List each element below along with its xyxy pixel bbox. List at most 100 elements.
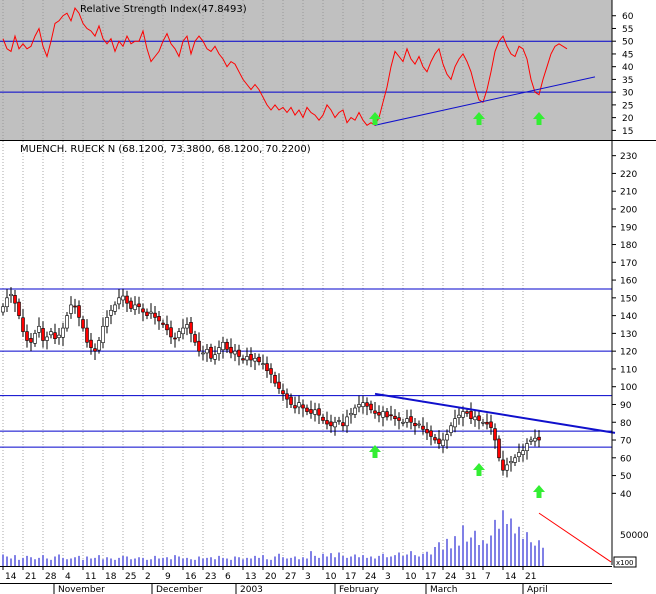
price-tick-label: 80 xyxy=(620,419,632,429)
candle-up xyxy=(121,295,125,301)
rsi-tick-label: 25 xyxy=(622,101,633,111)
candle-down xyxy=(257,356,261,363)
candle-down xyxy=(537,436,541,441)
candle-down xyxy=(129,300,133,309)
date-label: 20 xyxy=(265,572,277,582)
price-tick-label: 230 xyxy=(620,152,637,162)
candle-down xyxy=(161,322,165,325)
candle-up xyxy=(349,413,353,416)
candle-down xyxy=(273,375,277,384)
candle-down xyxy=(321,416,325,421)
candle-down xyxy=(389,414,393,417)
candle-down xyxy=(89,339,93,348)
candle-up xyxy=(61,327,65,338)
candle-up xyxy=(205,349,209,354)
stock-chart: Relative Strength Index(47.8493) 15 20 25 3… xyxy=(0,0,656,594)
candle-up xyxy=(69,304,73,314)
candle-down xyxy=(317,408,321,416)
date-label: 21 xyxy=(525,572,536,582)
date-label: 24 xyxy=(365,572,377,582)
candle-up xyxy=(97,340,101,351)
rsi-tick-label: 55 xyxy=(622,25,633,35)
price-title: MUENCH. RUECK N (68.1200, 73.3800, 68.12… xyxy=(20,144,311,155)
price-tick-label: 60 xyxy=(620,454,632,464)
candle-down xyxy=(21,317,25,332)
candle-down xyxy=(93,348,97,352)
candle-down xyxy=(413,423,417,427)
candle-down xyxy=(229,346,233,354)
price-tick-label: 200 xyxy=(620,205,637,215)
candle-down xyxy=(17,301,21,316)
candle-up xyxy=(1,306,5,313)
candle-up xyxy=(505,464,509,471)
price-panel: MUENCH. RUECK N (68.1200, 73.3800, 68.12… xyxy=(0,141,649,568)
candle-down xyxy=(25,331,29,341)
candle-down xyxy=(237,349,241,357)
candle-up xyxy=(401,421,405,424)
candle-up xyxy=(181,327,185,335)
candle-up xyxy=(509,461,513,464)
candle-down xyxy=(409,416,413,423)
candle-up xyxy=(213,354,217,360)
candle-up xyxy=(149,311,153,314)
candle-down xyxy=(485,421,489,425)
candle-down xyxy=(225,341,229,350)
candle-up xyxy=(517,452,521,458)
candle-down xyxy=(73,305,77,308)
candle-down xyxy=(53,332,57,340)
candle-down xyxy=(81,319,85,329)
candle-down xyxy=(173,337,177,340)
candle-down xyxy=(85,327,89,343)
candle-down xyxy=(421,425,425,430)
candle-up xyxy=(109,309,113,316)
candle-down xyxy=(193,334,197,343)
candle-up xyxy=(513,457,517,463)
candle-up xyxy=(5,297,9,308)
date-label: 16 xyxy=(185,572,197,582)
date-label: 18 xyxy=(105,572,117,582)
date-label: 6 xyxy=(225,572,231,582)
candle-down xyxy=(285,393,289,400)
candle-down xyxy=(153,312,157,318)
candle-up xyxy=(333,421,337,428)
candle-up xyxy=(337,420,341,422)
candle-up xyxy=(461,411,465,418)
candle-down xyxy=(189,322,193,334)
rsi-tick-label: 20 xyxy=(622,114,634,124)
candle-up xyxy=(457,414,461,418)
candle-down xyxy=(249,354,253,361)
candle-down xyxy=(29,338,33,343)
candle-down xyxy=(501,459,505,471)
rsi-title: Relative Strength Index(47.8493) xyxy=(80,4,247,15)
date-label: 7 xyxy=(485,572,491,582)
candle-down xyxy=(329,421,333,427)
candle-down xyxy=(141,308,145,313)
candle-up xyxy=(361,402,365,407)
candle-up xyxy=(449,425,453,433)
date-label: 24 xyxy=(445,572,457,582)
candle-up xyxy=(525,443,529,451)
candle-down xyxy=(341,422,345,427)
candle-up xyxy=(533,437,537,442)
volume-trendline xyxy=(538,512,612,563)
candle-up xyxy=(253,357,257,362)
candle-down xyxy=(497,438,501,459)
candle-up xyxy=(9,293,13,297)
price-tick-label: 160 xyxy=(620,277,637,287)
candle-up xyxy=(261,363,265,365)
date-label: 13 xyxy=(245,572,256,582)
candle-up xyxy=(65,315,69,329)
candle-up xyxy=(185,324,189,329)
candle-down xyxy=(373,410,377,414)
candle-up xyxy=(417,423,421,426)
candle-down xyxy=(241,358,245,361)
date-label: 10 xyxy=(325,572,337,582)
price-tick-label: 150 xyxy=(620,294,637,304)
candle-up xyxy=(405,418,409,423)
candle-up xyxy=(453,418,457,428)
candle-down xyxy=(393,415,397,419)
candle-up xyxy=(481,421,485,424)
price-tick-label: 170 xyxy=(620,259,637,269)
month-label: 2003 xyxy=(240,585,263,594)
candle-up xyxy=(345,416,349,427)
